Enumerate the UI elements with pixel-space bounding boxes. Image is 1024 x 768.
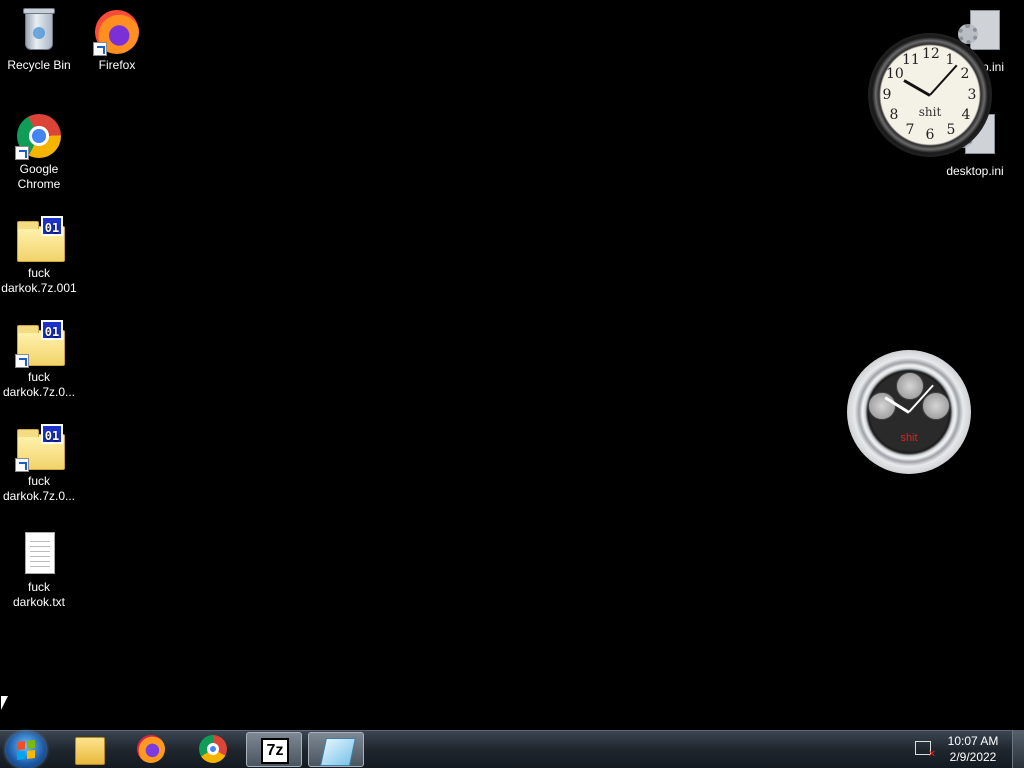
clock-number: 5 [946, 122, 956, 138]
desktop-icon-archive-3[interactable]: 01 fuck darkok.7z.0... [1, 418, 77, 504]
desktop-icon-google-chrome[interactable]: Google Chrome [1, 106, 77, 192]
shortcut-arrow-icon [93, 42, 107, 56]
shortcut-arrow-icon [15, 458, 29, 472]
taskbar-button-explorer[interactable] [61, 732, 117, 767]
taskbar: 7z [0, 730, 1024, 768]
clock-brand: shit [900, 432, 918, 444]
clock-number: 7 [905, 122, 915, 138]
desktop-icon-archive-1[interactable]: 01 fuck darkok.7z.001 [1, 210, 77, 296]
firefox-icon [137, 735, 165, 763]
desktop-icon-label: fuck darkok.7z.001 [1, 266, 77, 295]
shortcut-arrow-icon [15, 354, 29, 368]
clock-number: 10 [886, 66, 904, 82]
desktop: Recycle Bin Firefox Google Chrome 01 fuc… [0, 0, 1024, 730]
clock-gadget[interactable]: 12 1 2 3 4 5 6 7 8 9 10 11 shit [868, 33, 992, 157]
folder-icon [75, 737, 105, 765]
clock-number: 11 [902, 52, 920, 68]
shortcut-arrow-icon [15, 146, 29, 160]
start-button[interactable] [6, 732, 46, 768]
subdial [896, 372, 924, 400]
subdial [868, 392, 896, 420]
taskbar-button-chrome[interactable] [185, 732, 241, 767]
clock-number: 2 [960, 66, 970, 82]
desktop-icon-firefox[interactable]: Firefox [79, 2, 155, 73]
desktop-icon-label: Google Chrome [17, 162, 61, 191]
clock-number: 12 [922, 46, 940, 62]
clock-number: 9 [882, 87, 892, 103]
desktop-icon-archive-2[interactable]: 01 fuck darkok.7z.0... [1, 314, 77, 400]
archive-tag: 01 [41, 216, 63, 236]
taskbar-button-7zip[interactable]: 7z [246, 732, 302, 767]
tray-clock[interactable]: 10:07 AM 2/9/2022 [938, 733, 1008, 765]
archive-tag: 01 [41, 320, 63, 340]
chronograph-clock-gadget[interactable]: shit [847, 350, 971, 474]
mouse-pointer-icon [1, 696, 8, 710]
archive-tag: 01 [41, 424, 63, 444]
tray-date: 2/9/2022 [949, 750, 997, 764]
recycle-bin-icon [23, 8, 55, 50]
desktop-icon-label: Firefox [98, 58, 136, 72]
text-file-icon [25, 532, 55, 574]
desktop-icon-label: fuck darkok.7z.0... [2, 370, 76, 399]
windows-start-icon [17, 740, 35, 760]
clock-hour-hand [903, 79, 931, 97]
show-desktop-button[interactable] [1012, 730, 1024, 768]
desktop-icon-label: Recycle Bin [7, 58, 71, 72]
network-disconnected-icon[interactable] [915, 741, 936, 760]
desktop-icon-label: fuck darkok.txt [12, 580, 66, 609]
clock-minute-hand [929, 64, 958, 96]
notepad-icon [320, 738, 356, 766]
desktop-icon-label: fuck darkok.7z.0... [2, 474, 76, 503]
clock-number: 6 [925, 127, 935, 143]
clock-number: 3 [967, 87, 977, 103]
desktop-icon-label: desktop.ini [946, 164, 1004, 178]
desktop-icon-text-file[interactable]: fuck darkok.txt [1, 524, 77, 610]
taskbar-button-firefox[interactable] [123, 732, 179, 767]
chrome-icon [199, 735, 227, 763]
taskbar-button-notepad[interactable] [308, 732, 364, 767]
tray-time: 10:07 AM [947, 734, 999, 748]
clock-brand: shit [918, 105, 942, 119]
subdial [922, 392, 950, 420]
desktop-icon-recycle-bin[interactable]: Recycle Bin [1, 2, 77, 73]
sevenzip-icon: 7z [261, 738, 289, 764]
